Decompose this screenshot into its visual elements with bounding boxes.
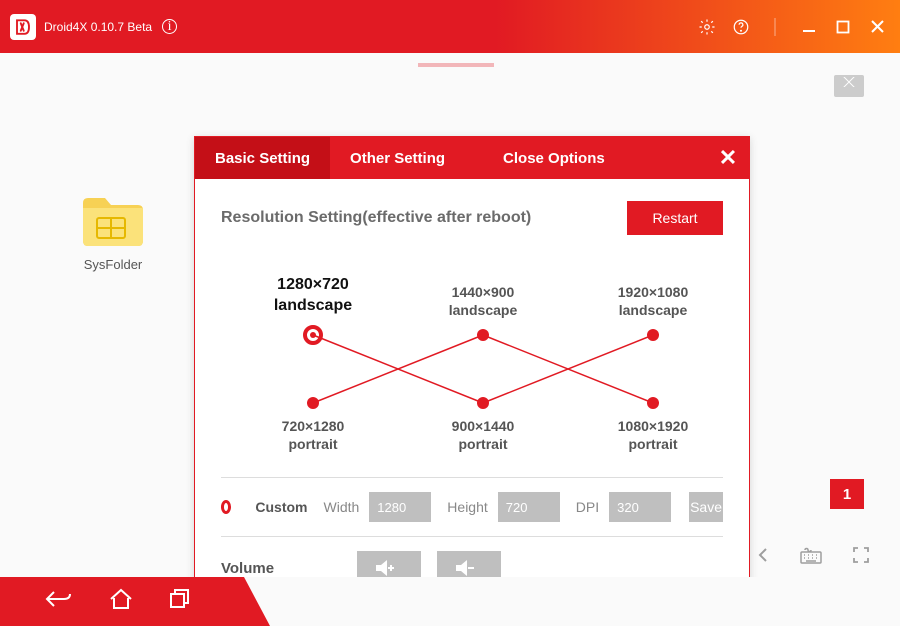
prev-icon[interactable] xyxy=(756,546,770,569)
back-button[interactable] xyxy=(44,587,74,616)
keyboard-icon[interactable] xyxy=(800,546,822,569)
dialog-tabs: Basic Setting Other Setting Close Option… xyxy=(195,137,749,179)
resolution-900x1440-portrait[interactable]: 900×1440portrait xyxy=(423,417,543,453)
volume-label: Volume xyxy=(221,560,341,577)
folder-icon xyxy=(81,193,145,249)
height-label: Height xyxy=(447,499,487,515)
mail-icon[interactable] xyxy=(834,75,864,97)
notification-badge[interactable]: 1 xyxy=(830,479,864,509)
custom-label: Custom xyxy=(255,499,307,515)
dialog-close-button[interactable]: ✕ xyxy=(707,137,749,179)
bottom-right-controls xyxy=(756,546,870,569)
maximize-button[interactable] xyxy=(830,14,856,40)
app-logo xyxy=(10,14,36,40)
settings-dialog: Basic Setting Other Setting Close Option… xyxy=(194,136,750,604)
app-title: Droid4X 0.10.7 Beta xyxy=(44,20,152,34)
home-button[interactable] xyxy=(108,587,134,616)
recent-apps-button[interactable] xyxy=(168,587,192,616)
tab-basic-setting[interactable]: Basic Setting xyxy=(195,137,330,179)
fullscreen-icon[interactable] xyxy=(852,546,870,569)
resolution-1440x900-landscape[interactable]: 1440×900landscape xyxy=(423,283,543,319)
background-tab-indicator xyxy=(418,63,494,67)
dpi-label: DPI xyxy=(576,499,599,515)
resolution-heading: Resolution Setting(effective after reboo… xyxy=(221,209,531,227)
minimize-button[interactable] xyxy=(796,14,822,40)
folder-label: SysFolder xyxy=(75,257,151,272)
info-icon[interactable]: i xyxy=(162,19,177,34)
resolution-1920x1080-landscape[interactable]: 1920×1080landscape xyxy=(593,283,713,319)
tab-close-options[interactable]: Close Options xyxy=(483,137,625,179)
resolution-720x1280-portrait[interactable]: 720×1280portrait xyxy=(253,417,373,453)
restart-button[interactable]: Restart xyxy=(627,201,723,235)
help-icon[interactable] xyxy=(728,14,754,40)
dpi-input[interactable] xyxy=(609,492,671,522)
width-input[interactable] xyxy=(369,492,431,522)
main-area: SysFolder 1 Basic Setting Other Setting … xyxy=(0,53,900,577)
close-button[interactable] xyxy=(864,14,890,40)
custom-resolution-row: Custom Width Height DPI Save xyxy=(221,492,723,522)
width-label: Width xyxy=(324,499,360,515)
divider xyxy=(762,14,788,40)
height-input[interactable] xyxy=(498,492,560,522)
resolution-1080x1920-portrait[interactable]: 1080×1920portrait xyxy=(593,417,713,453)
resolution-grid: 1280×720landscape 1440×900landscape 1920… xyxy=(221,253,723,463)
titlebar: Droid4X 0.10.7 Beta i xyxy=(0,0,900,53)
custom-radio[interactable] xyxy=(221,500,231,514)
settings-icon[interactable] xyxy=(694,14,720,40)
resolution-1280x720-landscape[interactable]: 1280×720landscape xyxy=(253,275,373,317)
dock xyxy=(0,577,270,626)
save-button[interactable]: Save xyxy=(689,492,723,522)
desktop-folder[interactable]: SysFolder xyxy=(75,193,151,272)
tab-other-setting[interactable]: Other Setting xyxy=(330,137,465,179)
